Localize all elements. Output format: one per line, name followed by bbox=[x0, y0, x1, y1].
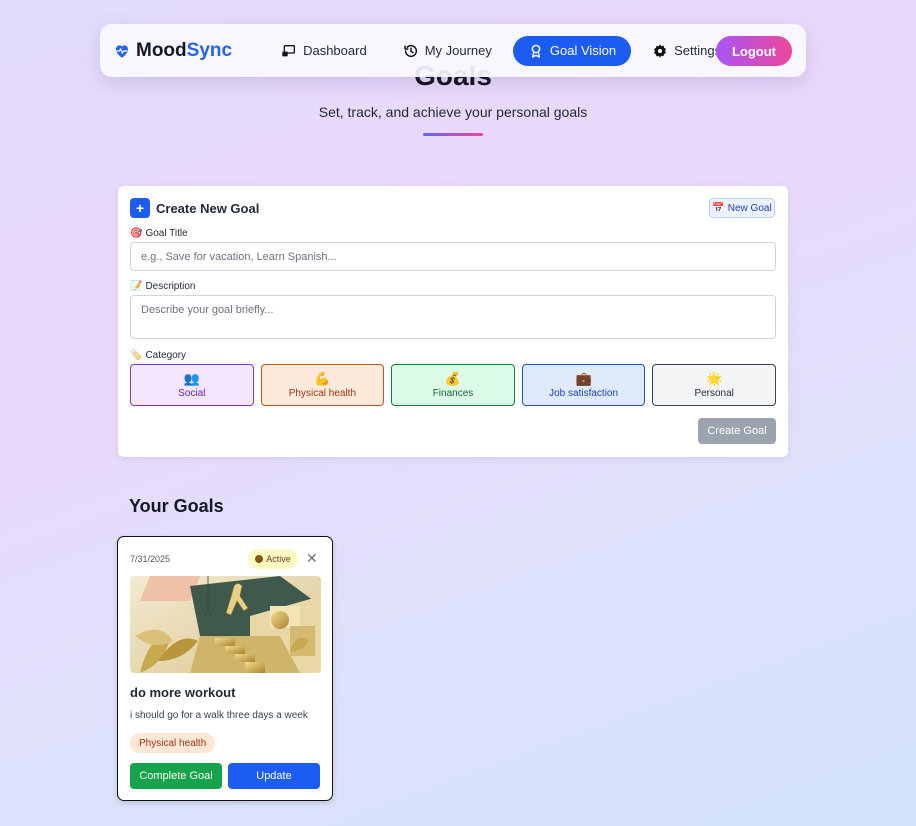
dashboard-icon bbox=[282, 44, 296, 56]
plus-icon: + bbox=[130, 198, 150, 218]
category-options: 👥 Social 💪 Physical health 💰 Finances 💼 … bbox=[130, 364, 776, 406]
new-goal-badge: 📅 New Goal bbox=[709, 198, 775, 218]
nav-my-journey-label: My Journey bbox=[424, 43, 492, 58]
briefcase-icon: 💼 bbox=[575, 370, 592, 386]
description-textarea[interactable] bbox=[130, 295, 776, 339]
goal-date: 7/31/2025 bbox=[130, 554, 171, 564]
brand-logo[interactable]: Mood Sync bbox=[113, 40, 232, 62]
your-goals-heading: Your Goals bbox=[129, 496, 224, 516]
sparkle-icon: 🌟 bbox=[706, 370, 723, 386]
flexed-arm-icon: 💪 bbox=[314, 370, 331, 386]
status-badge-label: Active bbox=[266, 554, 291, 564]
category-physical-health-button[interactable]: 💪 Physical health bbox=[260, 364, 385, 406]
category-label-text: Category bbox=[145, 350, 187, 361]
category-finances-button[interactable]: 💰 Finances bbox=[391, 364, 515, 406]
category-personal-button[interactable]: 🌟 Personal bbox=[652, 364, 776, 406]
calendar-icon: 📅 bbox=[712, 202, 725, 214]
close-icon[interactable]: ✕ bbox=[306, 551, 318, 565]
status-dot-icon bbox=[255, 555, 264, 563]
description-label-text: Description bbox=[145, 281, 196, 292]
logout-button[interactable]: Logout bbox=[716, 36, 792, 66]
memo-icon: 📝 bbox=[130, 281, 143, 292]
brand-text-mood: Mood bbox=[136, 39, 187, 61]
goal-title-label-text: Goal Title bbox=[145, 228, 188, 239]
status-badge: Active bbox=[248, 549, 298, 569]
goal-illustration bbox=[130, 576, 321, 673]
category-social-button[interactable]: 👥 Social bbox=[130, 364, 254, 406]
title-underline bbox=[423, 133, 483, 136]
goal-category-tag: Physical health bbox=[130, 733, 216, 753]
brand-text-sync: Sync bbox=[186, 39, 233, 61]
navbar: Mood Sync Dashboard My Journey Goal Visio… bbox=[100, 24, 806, 77]
target-icon: 🎯 bbox=[130, 228, 143, 239]
nav-dashboard[interactable]: Dashboard bbox=[266, 36, 382, 66]
page-subtitle: Set, track, and achieve your personal go… bbox=[318, 104, 588, 120]
goal-title-input[interactable] bbox=[130, 242, 776, 271]
money-bag-icon: 💰 bbox=[444, 370, 462, 386]
new-goal-badge-label: New Goal bbox=[727, 202, 772, 214]
update-goal-button[interactable]: Update bbox=[228, 763, 320, 789]
goal-title: do more workout bbox=[130, 685, 236, 700]
heart-pulse-icon bbox=[116, 44, 128, 58]
category-finances-label: Finances bbox=[432, 387, 474, 399]
tag-icon: 🏷️ bbox=[130, 350, 143, 361]
goal-description: i should go for a walk three days a week bbox=[130, 710, 308, 721]
category-personal-label: Personal bbox=[694, 387, 734, 399]
nav-my-journey[interactable]: My Journey bbox=[388, 36, 507, 66]
people-icon: 👥 bbox=[183, 370, 200, 386]
category-job-satisfaction-button[interactable]: 💼 Job satisfaction bbox=[521, 364, 646, 406]
category-job-satisfaction-label: Job satisfaction bbox=[549, 387, 619, 399]
category-physical-health-label: Physical health bbox=[288, 387, 357, 399]
create-goal-title: Create New Goal bbox=[156, 201, 260, 216]
complete-goal-button[interactable]: Complete Goal bbox=[130, 763, 222, 789]
nav-goal-vision-label: Goal Vision bbox=[549, 43, 617, 58]
category-label: 🏷️ Category bbox=[130, 350, 186, 361]
award-icon bbox=[531, 44, 541, 58]
nav-dashboard-label: Dashboard bbox=[303, 43, 367, 58]
goal-title-label: 🎯 Goal Title bbox=[130, 228, 188, 239]
create-goal-button[interactable]: Create Goal bbox=[698, 418, 776, 444]
nav-goal-vision[interactable]: Goal Vision bbox=[512, 35, 632, 66]
category-social-label: Social bbox=[178, 387, 206, 399]
history-icon bbox=[403, 44, 417, 57]
nav-settings-label: Settings bbox=[674, 43, 722, 58]
description-label: 📝 Description bbox=[130, 281, 195, 292]
nav-links: Dashboard My Journey Goal Vision Setting… bbox=[254, 35, 736, 66]
goal-card: 7/31/2025 Active ✕ do more workout i sho… bbox=[117, 536, 333, 801]
create-goal-card: + Create New Goal 📅 New Goal 🎯 Goal Titl… bbox=[118, 186, 788, 457]
gear-icon bbox=[654, 43, 667, 58]
